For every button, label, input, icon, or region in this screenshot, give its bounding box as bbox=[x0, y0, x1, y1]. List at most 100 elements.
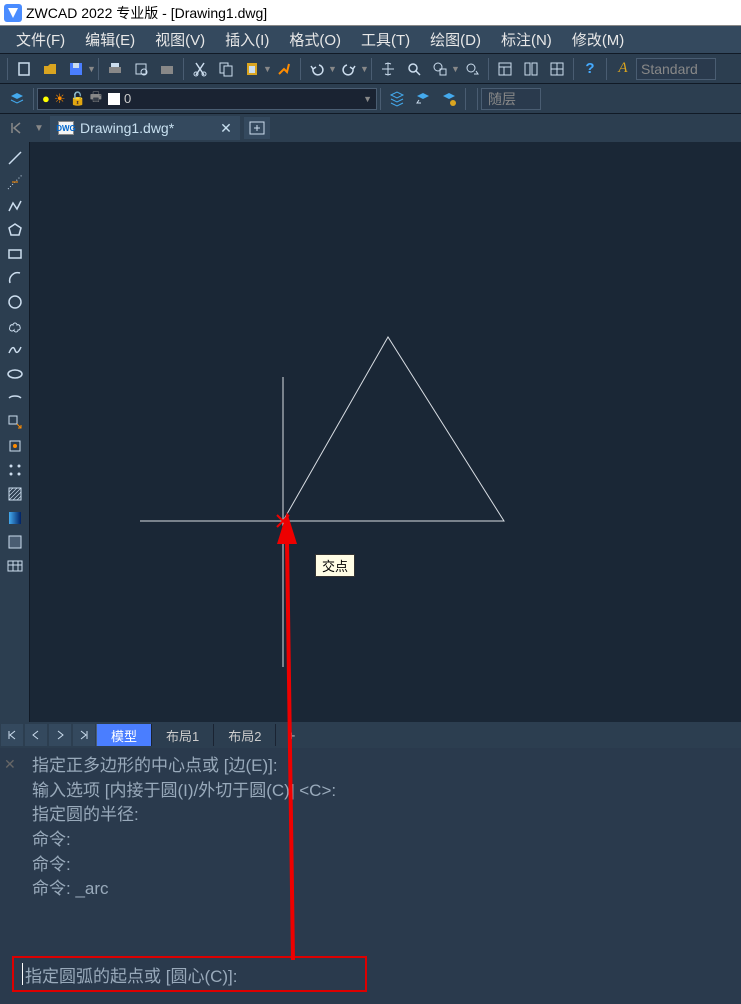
snap-tooltip: 交点 bbox=[315, 554, 355, 577]
rectangle-button[interactable] bbox=[3, 243, 27, 265]
tool-palettes-button[interactable] bbox=[545, 57, 569, 81]
menu-edit[interactable]: 编辑(E) bbox=[75, 29, 145, 50]
layout-tab-add-button[interactable]: + bbox=[276, 728, 306, 743]
text-style-dropdown[interactable]: Standard bbox=[636, 58, 716, 80]
table-button[interactable] bbox=[3, 555, 27, 577]
file-tab-close-icon[interactable]: ✕ bbox=[220, 120, 232, 137]
layout-nav-next-button[interactable] bbox=[49, 724, 71, 746]
zoom-dropdown-arrow[interactable]: ▼ bbox=[451, 64, 459, 74]
menu-dim[interactable]: 标注(N) bbox=[491, 29, 562, 50]
app-logo-icon bbox=[4, 4, 22, 22]
ellipse-button[interactable] bbox=[3, 363, 27, 385]
polyline-button[interactable] bbox=[3, 195, 27, 217]
region-button[interactable] bbox=[3, 531, 27, 553]
circle-button[interactable] bbox=[3, 291, 27, 313]
layer-state-button[interactable] bbox=[385, 87, 409, 111]
insert-block-button[interactable] bbox=[3, 411, 27, 433]
layer-freeze-icon: ☀ bbox=[54, 91, 66, 107]
history-line: 命令: bbox=[32, 853, 717, 878]
layer-isolate-button[interactable] bbox=[437, 87, 461, 111]
plot-button[interactable] bbox=[103, 57, 127, 81]
command-input[interactable]: 指定圆弧的起点或 [圆心(C)]: bbox=[12, 956, 367, 992]
help-button[interactable]: ? bbox=[578, 57, 602, 81]
lineweight-dropdown[interactable]: 随层 bbox=[481, 88, 541, 110]
menu-insert[interactable]: 插入(I) bbox=[215, 29, 279, 50]
paste-button[interactable] bbox=[240, 57, 264, 81]
title-bar: ZWCAD 2022 专业版 - [Drawing1.dwg] bbox=[0, 0, 741, 26]
layout-tab-layout1[interactable]: 布局1 bbox=[152, 724, 214, 746]
new-file-button[interactable] bbox=[12, 57, 36, 81]
tab-list-arrow[interactable]: ▼ bbox=[32, 123, 46, 134]
cut-button[interactable] bbox=[188, 57, 212, 81]
new-tab-button[interactable] bbox=[244, 117, 270, 139]
zoom-window-button[interactable] bbox=[428, 57, 452, 81]
history-line: 输入选项 [内接于圆(I)/外切于圆(C)] <C>: bbox=[32, 779, 717, 804]
text-style-button[interactable]: A bbox=[611, 57, 635, 81]
text-cursor bbox=[22, 963, 23, 985]
undo-button[interactable] bbox=[305, 57, 329, 81]
open-file-button[interactable] bbox=[38, 57, 62, 81]
paste-dropdown-arrow[interactable]: ▼ bbox=[263, 64, 271, 74]
menu-modify[interactable]: 修改(M) bbox=[562, 29, 635, 50]
redo-dropdown-arrow[interactable]: ▼ bbox=[360, 64, 368, 74]
dwg-file-icon: DWG bbox=[58, 121, 74, 135]
command-history[interactable]: ✕ 指定正多边形的中心点或 [边(E)]: 输入选项 [内接于圆(I)/外切于圆… bbox=[0, 748, 741, 946]
hatch-button[interactable] bbox=[3, 483, 27, 505]
publish-button[interactable] bbox=[155, 57, 179, 81]
history-line: 命令: _arc bbox=[32, 877, 717, 902]
properties-panel-button[interactable] bbox=[493, 57, 517, 81]
file-tab-name: Drawing1.dwg* bbox=[80, 120, 174, 136]
layout-nav-first-button[interactable] bbox=[1, 724, 23, 746]
drawing-canvas[interactable]: 交点 Y X bbox=[30, 142, 741, 722]
menu-format[interactable]: 格式(O) bbox=[279, 29, 351, 50]
design-center-button[interactable] bbox=[519, 57, 543, 81]
layout-nav-last-button[interactable] bbox=[73, 724, 95, 746]
ellipse-arc-button[interactable] bbox=[3, 387, 27, 409]
tab-chevron-left-icon[interactable] bbox=[4, 121, 28, 135]
layout-tab-model[interactable]: 模型 bbox=[97, 724, 152, 746]
command-prompt: 指定圆弧的起点或 [圆心(C)]: bbox=[25, 962, 238, 987]
window-title: ZWCAD 2022 专业版 - [Drawing1.dwg] bbox=[26, 3, 267, 23]
save-button[interactable] bbox=[64, 57, 88, 81]
undo-dropdown-arrow[interactable]: ▼ bbox=[328, 64, 336, 74]
match-properties-button[interactable] bbox=[272, 57, 296, 81]
pan-button[interactable] bbox=[376, 57, 400, 81]
layer-name: 0 bbox=[124, 91, 131, 106]
line-tool-button[interactable] bbox=[3, 147, 27, 169]
spline-button[interactable] bbox=[3, 339, 27, 361]
history-line: 指定圆的半径: bbox=[32, 803, 717, 828]
menu-tools[interactable]: 工具(T) bbox=[351, 29, 420, 50]
polygon-button[interactable] bbox=[3, 219, 27, 241]
gradient-button[interactable] bbox=[3, 507, 27, 529]
menu-file[interactable]: 文件(F) bbox=[6, 29, 75, 50]
zoom-realtime-button[interactable] bbox=[402, 57, 426, 81]
current-layer-dropdown[interactable]: ● ☀ 🔓 🖶 0 ▼ bbox=[37, 88, 377, 110]
menu-draw[interactable]: 绘图(D) bbox=[420, 29, 491, 50]
menu-view[interactable]: 视图(V) bbox=[145, 29, 215, 50]
copy-button[interactable] bbox=[214, 57, 238, 81]
layer-manager-button[interactable] bbox=[5, 87, 29, 111]
draw-toolbar bbox=[0, 142, 30, 722]
point-button[interactable] bbox=[3, 459, 27, 481]
plot-preview-button[interactable] bbox=[129, 57, 153, 81]
zoom-previous-button[interactable] bbox=[460, 57, 484, 81]
file-tab-drawing1[interactable]: DWG Drawing1.dwg* ✕ bbox=[50, 116, 240, 140]
redo-button[interactable] bbox=[337, 57, 361, 81]
construction-line-button[interactable] bbox=[3, 171, 27, 193]
layout-nav-prev-button[interactable] bbox=[25, 724, 47, 746]
standard-toolbar: ▼ ▼ ▼ ▼ ▼ ? A Standard bbox=[0, 54, 741, 84]
close-history-icon[interactable]: ✕ bbox=[4, 754, 16, 774]
layer-previous-button[interactable] bbox=[411, 87, 435, 111]
layer-dropdown-arrow[interactable]: ▼ bbox=[363, 94, 372, 104]
layout-tab-layout2[interactable]: 布局2 bbox=[214, 724, 276, 746]
layer-plot-icon: 🖶 bbox=[90, 88, 102, 110]
arc-button[interactable] bbox=[3, 267, 27, 289]
layers-toolbar: ● ☀ 🔓 🖶 0 ▼ 随层 bbox=[0, 84, 741, 114]
main-workspace: 交点 Y X bbox=[0, 142, 741, 722]
save-dropdown-arrow[interactable]: ▼ bbox=[87, 64, 95, 74]
make-block-button[interactable] bbox=[3, 435, 27, 457]
document-tabs: ▼ DWG Drawing1.dwg* ✕ bbox=[0, 114, 741, 142]
history-line: 命令: bbox=[32, 828, 717, 853]
revision-cloud-button[interactable] bbox=[3, 315, 27, 337]
layer-lock-icon: 🔓 bbox=[70, 91, 86, 107]
